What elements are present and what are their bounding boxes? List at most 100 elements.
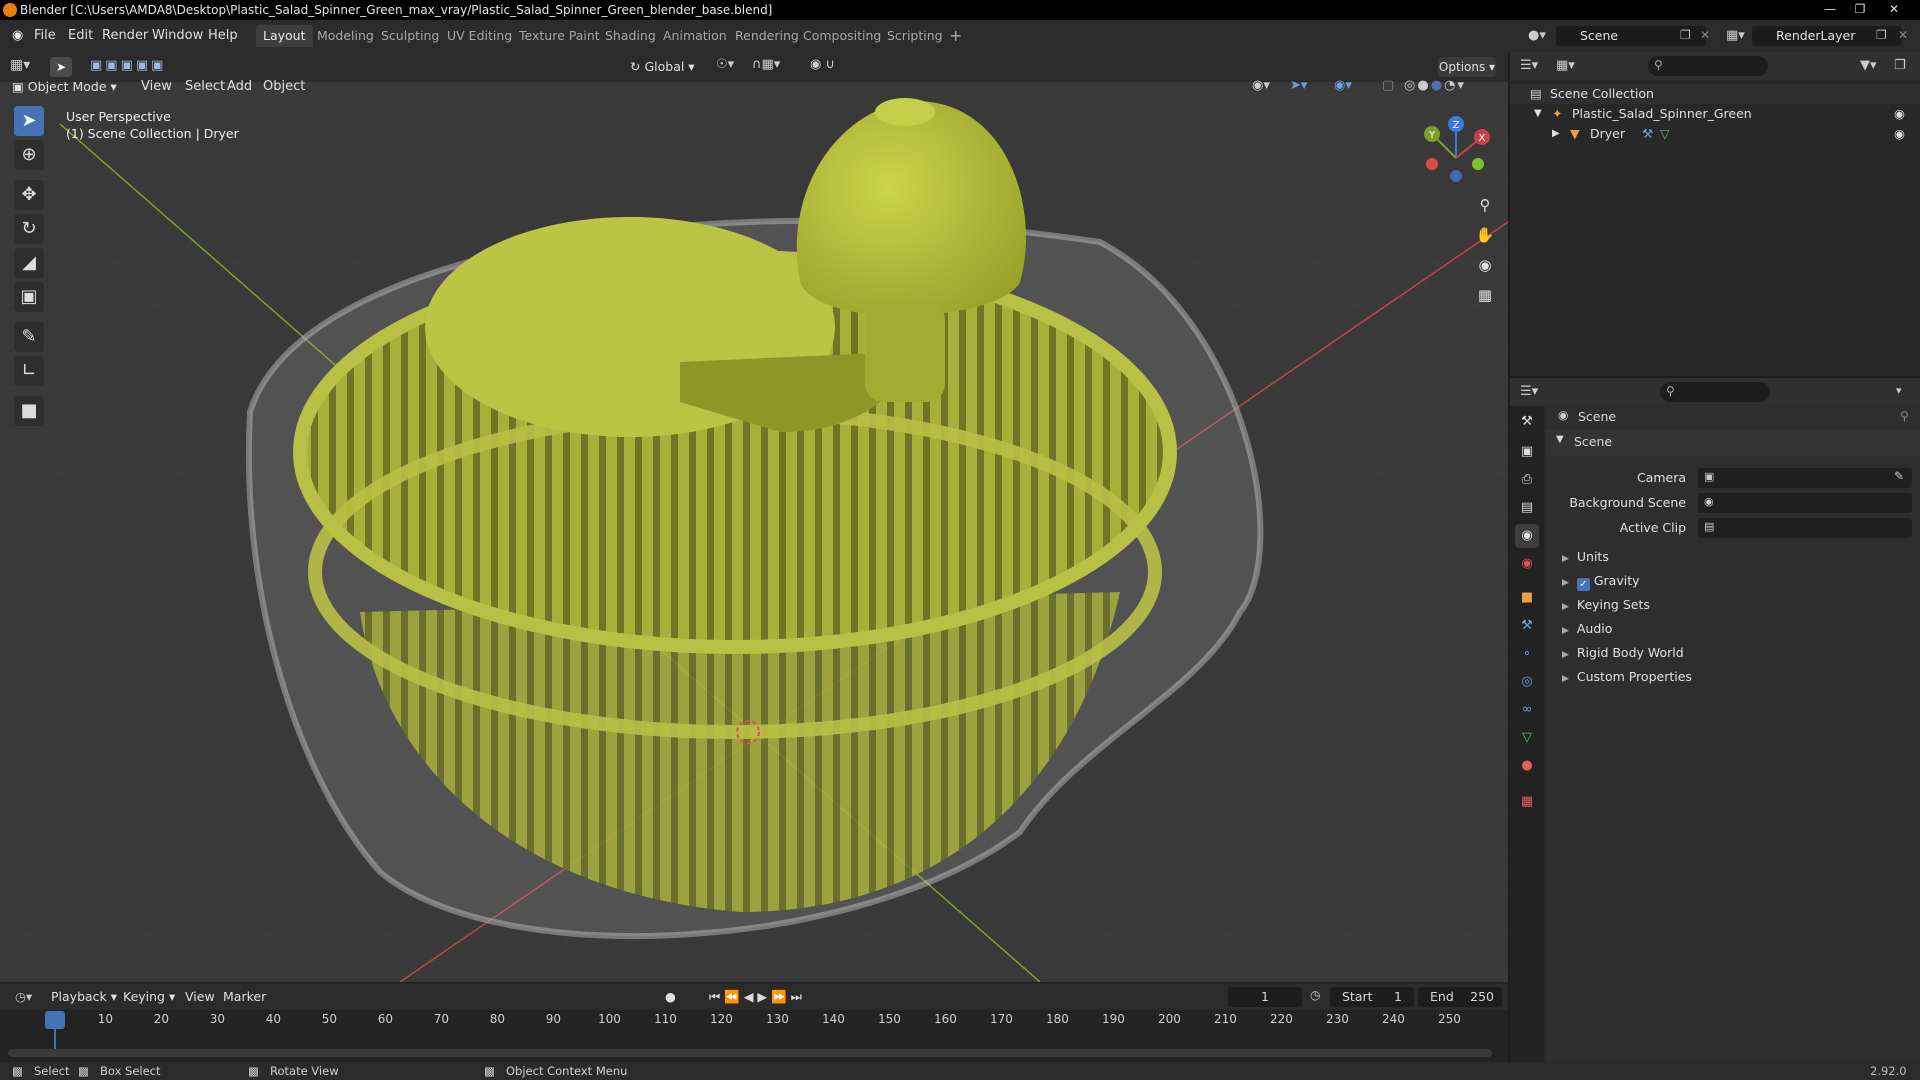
end-frame-field[interactable]: End 250 [1418,987,1502,1007]
view-layer-tab-icon[interactable]: ▤ [1515,496,1539,520]
timeline-scrollbar[interactable] [8,1049,1492,1057]
filter-icon[interactable]: ▼▾ [1860,58,1877,73]
render-tab-icon[interactable]: ▣ [1515,440,1539,464]
shading-mode-icons[interactable]: ◎●●◔▾ [1404,78,1466,93]
units-subpanel[interactable]: ▶ Units [1562,546,1609,568]
eyedropper-icon[interactable]: ✎ [1894,469,1904,483]
texture-tab-icon[interactable]: ▦ [1515,790,1539,814]
proportional-edit-icon[interactable]: ◉ ∪ [810,57,835,72]
editor-type-icon[interactable]: ▦▾ [10,57,30,73]
outliner-search-input[interactable] [1648,56,1768,76]
menu-file[interactable]: File [30,26,60,46]
add-cube-tool-icon[interactable]: ■ [14,396,44,426]
pivot-point-icon[interactable]: ☉▾ [716,57,734,72]
overlay-toggle-icon[interactable]: ◉▾ [1334,78,1352,93]
object-tab-icon[interactable]: ■ [1515,586,1539,610]
xray-icon[interactable]: ▢ [1382,78,1394,93]
timeline-editor-icon[interactable]: ◷▾ [10,987,37,1007]
visibility-eye-icon[interactable]: ◉ [1894,124,1905,144]
transform-tool-icon[interactable]: ▣ [14,282,44,312]
current-frame-marker[interactable] [45,1011,65,1029]
outliner-editor-icon[interactable]: ☰▾ [1520,58,1538,73]
modifier-wrench-icon[interactable]: ⚒ [1642,124,1653,144]
viewport-menu-view[interactable]: View [136,77,177,97]
audio-subpanel[interactable]: ▶ Audio [1562,618,1612,640]
current-frame-field[interactable]: 1 [1228,987,1302,1007]
tab-compositing[interactable]: Compositing [796,25,888,47]
data-tab-icon[interactable]: ▽ [1515,726,1539,750]
renderlayer-selector-icon[interactable]: ▦▾ [1726,26,1748,46]
menu-render[interactable]: Render [98,26,152,46]
tab-layout[interactable]: Layout [256,25,313,47]
scene-panel-header[interactable]: ▼ Scene [1546,430,1920,456]
camera-field[interactable]: ▣ ✎ [1698,468,1912,488]
snap-icon[interactable]: ∩▦▾ [752,57,780,72]
outliner-row-dryer[interactable]: ▶ ▼ Dryer ⚒ ▽ ◉ [1510,124,1920,144]
timeline-menu-keying[interactable]: Keying ▾ [118,987,180,1007]
select-box-tool-icon[interactable]: ➤ [14,106,44,136]
new-collection-icon[interactable]: ❐ [1894,58,1906,73]
modifier-tab-icon[interactable]: ⚒ [1515,614,1539,638]
selection-mode-icons[interactable]: ▣▣▣▣▣ [90,58,166,73]
transform-orientation-dropdown[interactable]: ↻ Global ▾ [630,57,695,77]
timeline-menu-marker[interactable]: Marker [218,987,271,1007]
camera-view-icon[interactable]: ◉ [1472,252,1498,278]
mode-dropdown[interactable]: ▣ Object Mode ▾ [12,77,117,97]
gravity-checkbox[interactable]: ✓ [1576,578,1590,591]
measure-tool-icon[interactable]: ∟ [14,356,44,386]
cursor-tool-icon[interactable]: ⊕ [14,140,44,170]
expand-arrow-icon[interactable]: ▼ [1534,104,1542,124]
active-clip-field[interactable]: ▤ [1698,518,1912,538]
display-mode-icon[interactable]: ▦▾ [1556,58,1575,73]
scene-tab-icon[interactable]: ◉ [1515,524,1539,548]
restore-icon[interactable]: ❐ [1846,0,1874,20]
select-tool-icon[interactable]: ➤ [50,57,72,77]
3d-viewport[interactable]: Z Y X [0,52,1508,982]
timer-icon[interactable]: ◷ [1310,988,1320,1002]
particles-tab-icon[interactable]: ∘ [1515,642,1539,666]
material-tab-icon[interactable]: ● [1515,754,1539,778]
tab-animation[interactable]: Animation [656,25,734,47]
viewport-menu-add[interactable]: Add [222,77,257,97]
expand-arrow-icon[interactable]: ▶ [1552,124,1560,144]
ortho-grid-icon[interactable]: ▦ [1472,282,1498,308]
rotate-tool-icon[interactable]: ↻ [14,214,44,244]
add-workspace-icon[interactable]: + [942,25,969,47]
annotate-tool-icon[interactable]: ✎ [14,322,44,352]
new-renderlayer-icon[interactable]: ❐ [1876,28,1887,42]
tab-scripting[interactable]: Scripting [880,25,950,47]
pan-hand-icon[interactable]: ✋ [1472,222,1498,248]
tab-sculpting[interactable]: Sculpting [374,25,446,47]
timeline-menu-playback[interactable]: Playback ▾ [46,987,122,1007]
close-icon[interactable]: ✕ [1880,0,1908,20]
gravity-subpanel[interactable]: ▶ ✓ Gravity [1562,570,1640,592]
visibility-icon[interactable]: ◉▾ [1252,78,1270,93]
scene-selector-icon[interactable]: ●▾ [1528,26,1550,46]
blender-menu-icon[interactable]: ◉ [8,26,27,46]
properties-editor-icon[interactable]: ☰▾ [1520,384,1538,399]
new-scene-icon[interactable]: ❐ [1680,28,1691,42]
tab-shading[interactable]: Shading [598,25,663,47]
pin-icon[interactable]: ⚲ [1900,409,1909,423]
viewport-menu-object[interactable]: Object [258,77,310,97]
tab-uv-editing[interactable]: UV Editing [440,25,519,47]
tab-rendering[interactable]: Rendering [728,25,806,47]
playback-controls[interactable]: ⏮⏪◀▶⏩⏭ [704,987,811,1007]
tab-texture-paint[interactable]: Texture Paint [512,25,607,47]
gizmo-toggle-icon[interactable]: ➤▾ [1290,78,1307,93]
custom-properties-subpanel[interactable]: ▶ Custom Properties [1562,666,1692,688]
menu-window[interactable]: Window [148,26,207,46]
remove-scene-icon[interactable]: ✕ [1700,28,1710,42]
minimize-icon[interactable]: — [1816,0,1844,20]
options-button[interactable]: Options ▾ [1438,57,1496,77]
record-icon[interactable]: ● [660,987,681,1007]
visibility-eye-icon[interactable]: ◉ [1894,104,1905,124]
menu-help[interactable]: Help [204,26,242,46]
physics-tab-icon[interactable]: ◎ [1515,670,1539,694]
tool-tab-icon[interactable]: ⚒ [1515,410,1539,434]
move-tool-icon[interactable]: ✥ [14,180,44,210]
output-tab-icon[interactable]: ⎙ [1515,468,1539,492]
world-tab-icon[interactable]: ◉ [1515,552,1539,576]
constraints-tab-icon[interactable]: ∞ [1515,698,1539,722]
zoom-icon[interactable]: ⚲ [1472,192,1498,218]
